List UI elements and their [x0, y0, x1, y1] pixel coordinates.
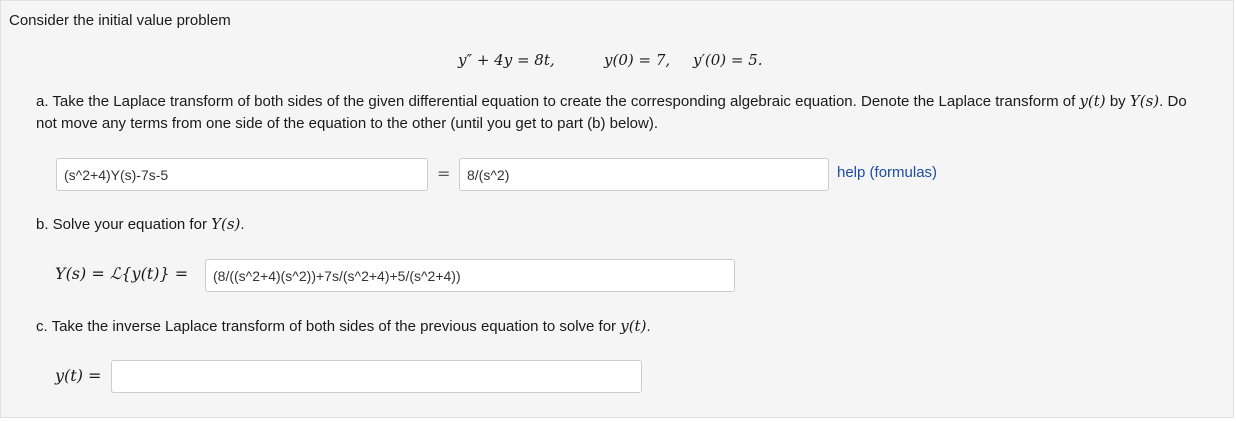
Ys-label: Y(s) = ℒ{y(t)} =	[55, 264, 189, 283]
initial-condition-y: y(0) = 7,	[604, 51, 671, 69]
help-formulas-link[interactable]: help (formulas)	[837, 164, 937, 181]
rhs-laplace-input[interactable]	[459, 158, 829, 191]
initial-condition-yprime: y′(0) = 5.	[693, 51, 763, 69]
problem-panel: Consider the initial value problem y″ + …	[0, 0, 1234, 418]
part-a-math-Y: Y(s)	[1129, 92, 1160, 110]
part-b-math-Y: Y(s)	[211, 215, 241, 233]
part-a-text-2: by	[1105, 93, 1130, 110]
yt-label: y(t) =	[55, 366, 102, 385]
part-c-instructions: c. Take the inverse Laplace transform of…	[36, 315, 651, 338]
equals-sign: =	[437, 164, 451, 183]
part-c-text-2: .	[646, 318, 651, 335]
part-a-instructions: a. Take the Laplace transform of both si…	[36, 90, 1206, 135]
Ys-input[interactable]	[205, 259, 735, 292]
yt-input[interactable]	[111, 360, 642, 393]
differential-equation: y″ + 4y = 8t,	[458, 51, 555, 69]
lhs-laplace-input[interactable]	[56, 158, 428, 191]
part-b-text-1: b. Solve your equation for	[36, 216, 212, 233]
part-a-math-y: y(t)	[1079, 92, 1106, 110]
part-c-text-1: c. Take the inverse Laplace transform of…	[36, 318, 621, 335]
part-b-instructions: b. Solve your equation for Y(s).	[36, 213, 245, 236]
part-a-text-1: a. Take the Laplace transform of both si…	[36, 93, 1080, 110]
part-c-math-y: y(t)	[620, 317, 647, 335]
problem-intro: Consider the initial value problem	[9, 12, 231, 29]
part-b-text-2: .	[240, 216, 245, 233]
